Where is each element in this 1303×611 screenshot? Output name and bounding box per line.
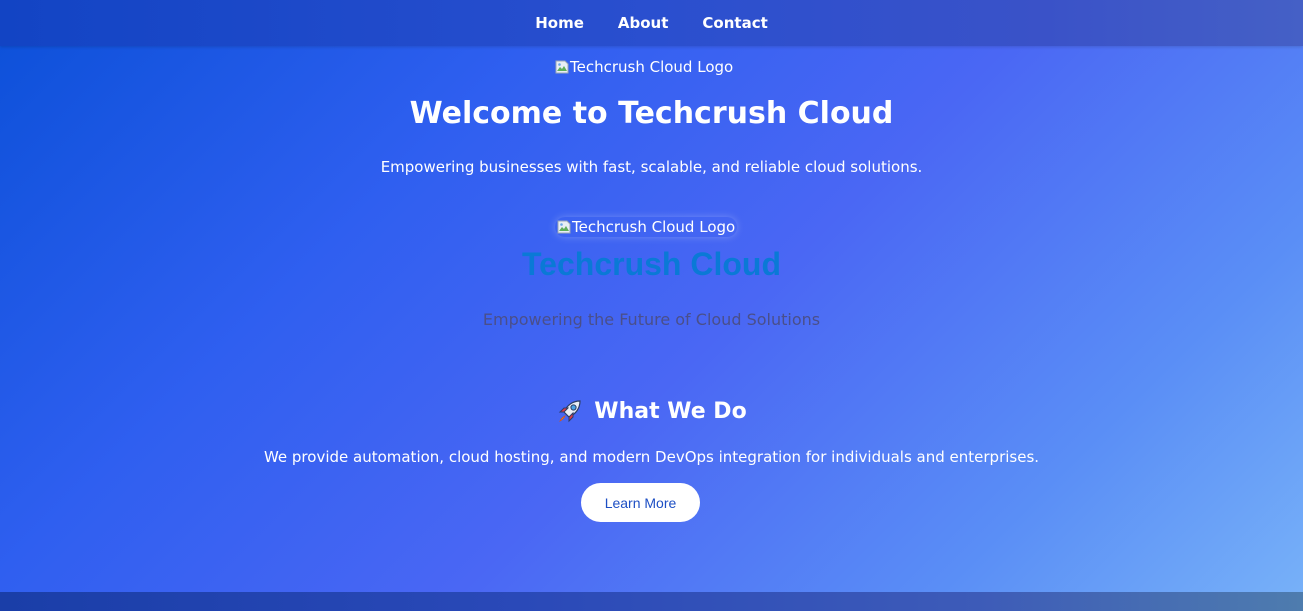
nav-link-home[interactable]: Home [535, 14, 584, 32]
hero-logo-image: Techcrush Cloud Logo [555, 58, 733, 76]
footer-bar [0, 592, 1303, 611]
brand-logo-alt-text: Techcrush Cloud Logo [572, 218, 736, 236]
hero-subtitle: Empowering businesses with fast, scalabl… [380, 158, 923, 176]
what-we-do-heading: What We Do [0, 397, 1303, 425]
brand-logo-image: Techcrush Cloud Logo [555, 217, 737, 237]
learn-more-button[interactable]: Learn More [581, 483, 700, 522]
brand-title: Techcrush Cloud [522, 246, 781, 282]
broken-image-icon [557, 220, 571, 234]
nav-link-contact[interactable]: Contact [702, 14, 767, 32]
what-we-do-title: What We Do [594, 398, 747, 424]
what-we-do-text: We provide automation, cloud hosting, an… [263, 448, 1040, 466]
rocket-icon [556, 397, 584, 425]
top-nav: Home About Contact [0, 0, 1303, 46]
hero-title: Welcome to Techcrush Cloud [409, 96, 894, 131]
brand-tagline: Empowering the Future of Cloud Solutions [482, 310, 821, 329]
hero-logo-alt-text: Techcrush Cloud Logo [570, 58, 734, 76]
nav-link-about[interactable]: About [618, 14, 669, 32]
broken-image-icon [555, 60, 569, 74]
